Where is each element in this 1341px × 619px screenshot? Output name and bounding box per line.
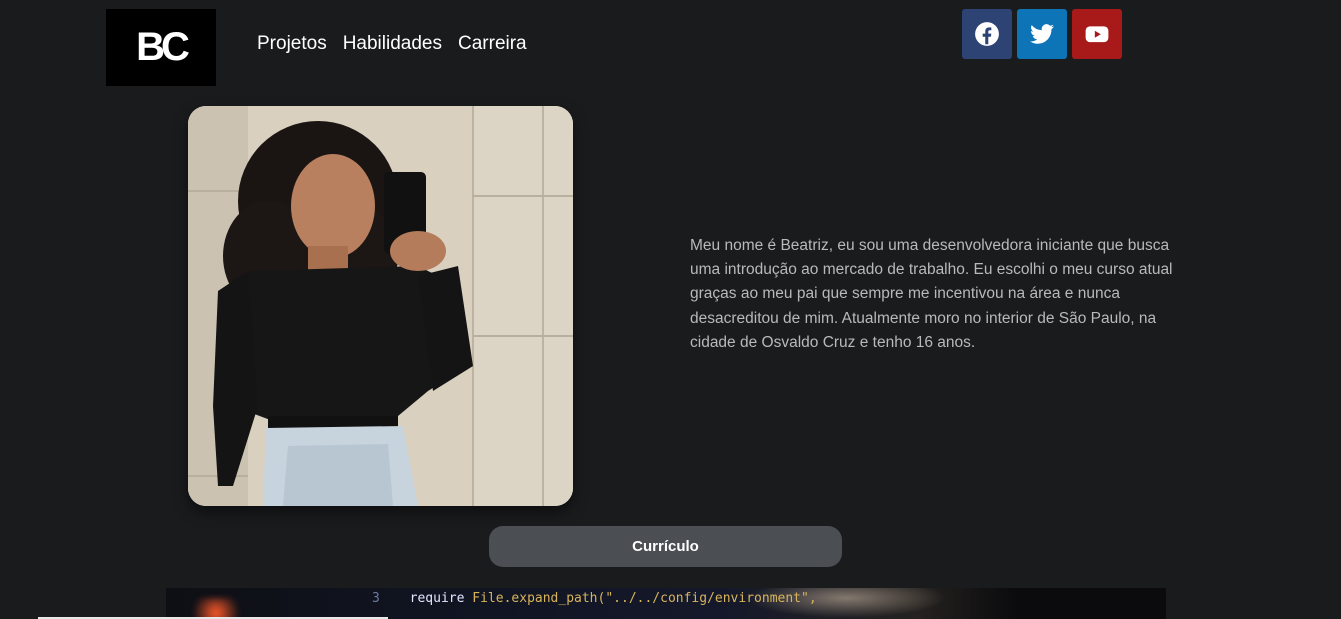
social-links xyxy=(962,9,1122,59)
main-nav: Projetos Habilidades Carreira xyxy=(257,33,527,55)
facebook-button[interactable] xyxy=(962,9,1012,59)
curriculo-button[interactable]: Currículo xyxy=(489,526,842,567)
nav-link-projetos[interactable]: Projetos xyxy=(257,33,327,55)
banner-glow xyxy=(186,598,246,619)
site-logo[interactable]: BC xyxy=(106,9,216,86)
youtube-icon xyxy=(1085,26,1109,43)
banner-line-number: 3 xyxy=(372,591,380,606)
banner-code-text: File.expand_path("../../config/environme… xyxy=(472,591,817,606)
banner-code-line: 3 require File.expand_path("../../config… xyxy=(372,591,817,606)
logo-text: BC xyxy=(136,25,190,69)
profile-photo-illustration xyxy=(188,106,573,506)
nav-link-carreira[interactable]: Carreira xyxy=(458,33,527,55)
bio-text: Meu nome é Beatriz, eu sou uma desenvolv… xyxy=(690,237,1173,351)
profile-photo xyxy=(188,106,573,506)
nav-link-habilidades[interactable]: Habilidades xyxy=(343,33,442,55)
facebook-icon xyxy=(975,22,999,46)
page: BC Projetos Habilidades Carreira Meu nom… xyxy=(0,0,1341,619)
youtube-button[interactable] xyxy=(1072,9,1122,59)
twitter-icon xyxy=(1030,24,1054,44)
code-banner-image: 3 require File.expand_path("../../config… xyxy=(166,588,1166,619)
curriculo-button-label: Currículo xyxy=(632,538,699,555)
twitter-button[interactable] xyxy=(1017,9,1067,59)
banner-code-keyword: require xyxy=(409,591,465,606)
